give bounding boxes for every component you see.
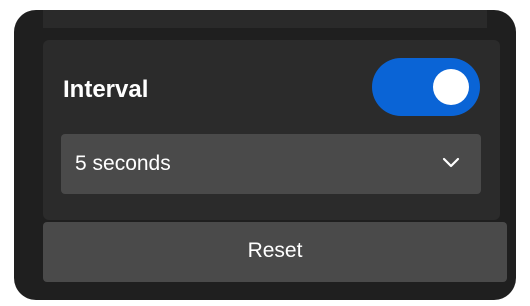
interval-select-value: 5 seconds (75, 152, 171, 175)
reset-button[interactable]: Reset (43, 222, 507, 282)
interval-label: Interval (63, 76, 149, 103)
settings-panel: Interval 5 seconds Reset (14, 10, 516, 300)
toggle-knob (433, 69, 469, 105)
panel-header-strip (43, 10, 487, 28)
interval-toggle[interactable] (372, 58, 480, 116)
reset-button-label: Reset (247, 239, 303, 262)
interval-select[interactable]: 5 seconds (61, 134, 481, 194)
settings-frame: Interval 5 seconds Reset (0, 0, 530, 306)
chevron-down-icon (442, 157, 460, 168)
interval-section: Interval 5 seconds (43, 40, 500, 220)
